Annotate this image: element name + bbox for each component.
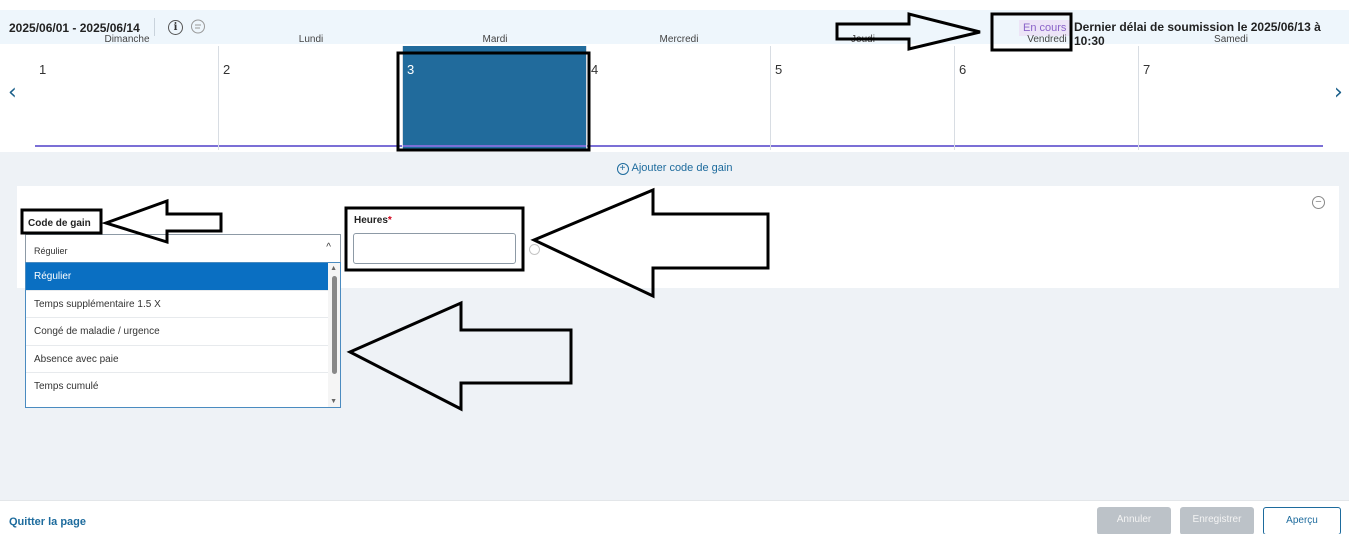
day-number: 5	[775, 62, 783, 77]
required-mark: *	[387, 215, 392, 226]
day-hours-bar	[403, 145, 586, 147]
day-number: 6	[959, 62, 967, 77]
cancel-button[interactable]: Annuler	[1097, 507, 1171, 534]
day-cell-5[interactable]: 5	[771, 46, 955, 150]
hours-label: Heures*	[354, 215, 392, 226]
plus-circle-icon: +	[616, 163, 629, 175]
weekday-name: Lundi	[298, 34, 324, 45]
day-cell-4[interactable]: 4	[587, 46, 771, 150]
dropdown-scrollbar[interactable]: ▲ ▼	[328, 263, 340, 407]
scroll-down-icon[interactable]: ▼	[330, 398, 337, 405]
earning-code-option[interactable]: Congé de maladie / urgence	[26, 318, 328, 346]
add-earning-code-link[interactable]: + Ajouter code de gain	[0, 162, 1349, 175]
top-strip	[0, 0, 1349, 10]
earning-code-option[interactable]: Temps supplémentaire 1.5 X	[26, 291, 328, 318]
day-number: 3	[407, 62, 415, 77]
timesheet-page: 2025/06/01 - 2025/06/14 i En cours Derni…	[0, 0, 1349, 534]
week-calendar: ‹ 1 2 3 4 5 6 7 ›	[0, 46, 1349, 152]
weekday-name: Mercredi	[659, 34, 699, 45]
earning-code-option[interactable]: Régulier	[26, 263, 328, 291]
earning-code-dropdown: Régulier Temps supplémentaire 1.5 X Cong…	[25, 262, 341, 408]
hours-input[interactable]	[353, 233, 516, 264]
earning-code-option[interactable]: Temps cumulé	[26, 373, 328, 401]
earning-code-label: Code de gain	[28, 218, 91, 229]
weekday-name: Jeudi	[851, 34, 875, 45]
earning-code-selected-value: Régulier	[34, 246, 68, 256]
scroll-up-icon[interactable]: ▲	[330, 265, 337, 272]
day-cell-3[interactable]: 3	[403, 46, 587, 150]
day-number: 7	[1143, 62, 1151, 77]
day-number: 1	[39, 62, 47, 77]
remove-circle-icon[interactable]: −	[1312, 196, 1325, 209]
quit-page-link[interactable]: Quitter la page	[9, 516, 86, 528]
day-hours-bar	[219, 145, 402, 147]
hours-label-text: Heures	[354, 215, 388, 226]
weekday-name: Dimanche	[104, 34, 150, 45]
day-cell-2[interactable]: 2	[219, 46, 403, 150]
period-range: 2025/06/01 - 2025/06/14	[9, 21, 140, 35]
day-hours-bar	[955, 145, 1138, 147]
weekday-header: Dimanche Lundi Mardi Mercredi Jeudi Vend…	[0, 34, 1349, 46]
earning-code-option[interactable]: Absence avec paie	[26, 346, 328, 373]
day-cell-1[interactable]: 1	[35, 46, 219, 150]
info-icon[interactable]: i	[168, 20, 183, 35]
preview-button[interactable]: Aperçu	[1263, 507, 1341, 534]
add-earning-code-label: Ajouter code de gain	[631, 162, 733, 174]
day-hours-bar	[587, 145, 770, 147]
earning-code-select[interactable]: Régulier ^	[25, 234, 341, 262]
remove-hours-icon	[529, 244, 540, 255]
footer-bar: Quitter la page Annuler Enregistrer Aper…	[0, 500, 1349, 534]
weekday-name: Mardi	[482, 34, 508, 45]
next-week-button[interactable]: ›	[1334, 80, 1343, 105]
day-hours-bar	[35, 145, 218, 147]
scrollbar-thumb[interactable]	[332, 276, 337, 374]
day-number: 4	[591, 62, 599, 77]
chevron-up-icon: ^	[326, 242, 331, 253]
day-cell-7[interactable]: 7	[1139, 46, 1323, 150]
day-hours-bar	[1139, 145, 1323, 147]
previous-week-button[interactable]: ‹	[8, 80, 17, 105]
day-number: 2	[223, 62, 231, 77]
day-hours-bar	[771, 145, 954, 147]
weekday-name: Vendredi	[1027, 34, 1067, 45]
save-button[interactable]: Enregistrer	[1180, 507, 1254, 534]
weekday-name: Samedi	[1214, 34, 1248, 45]
day-cell-6[interactable]: 6	[955, 46, 1139, 150]
